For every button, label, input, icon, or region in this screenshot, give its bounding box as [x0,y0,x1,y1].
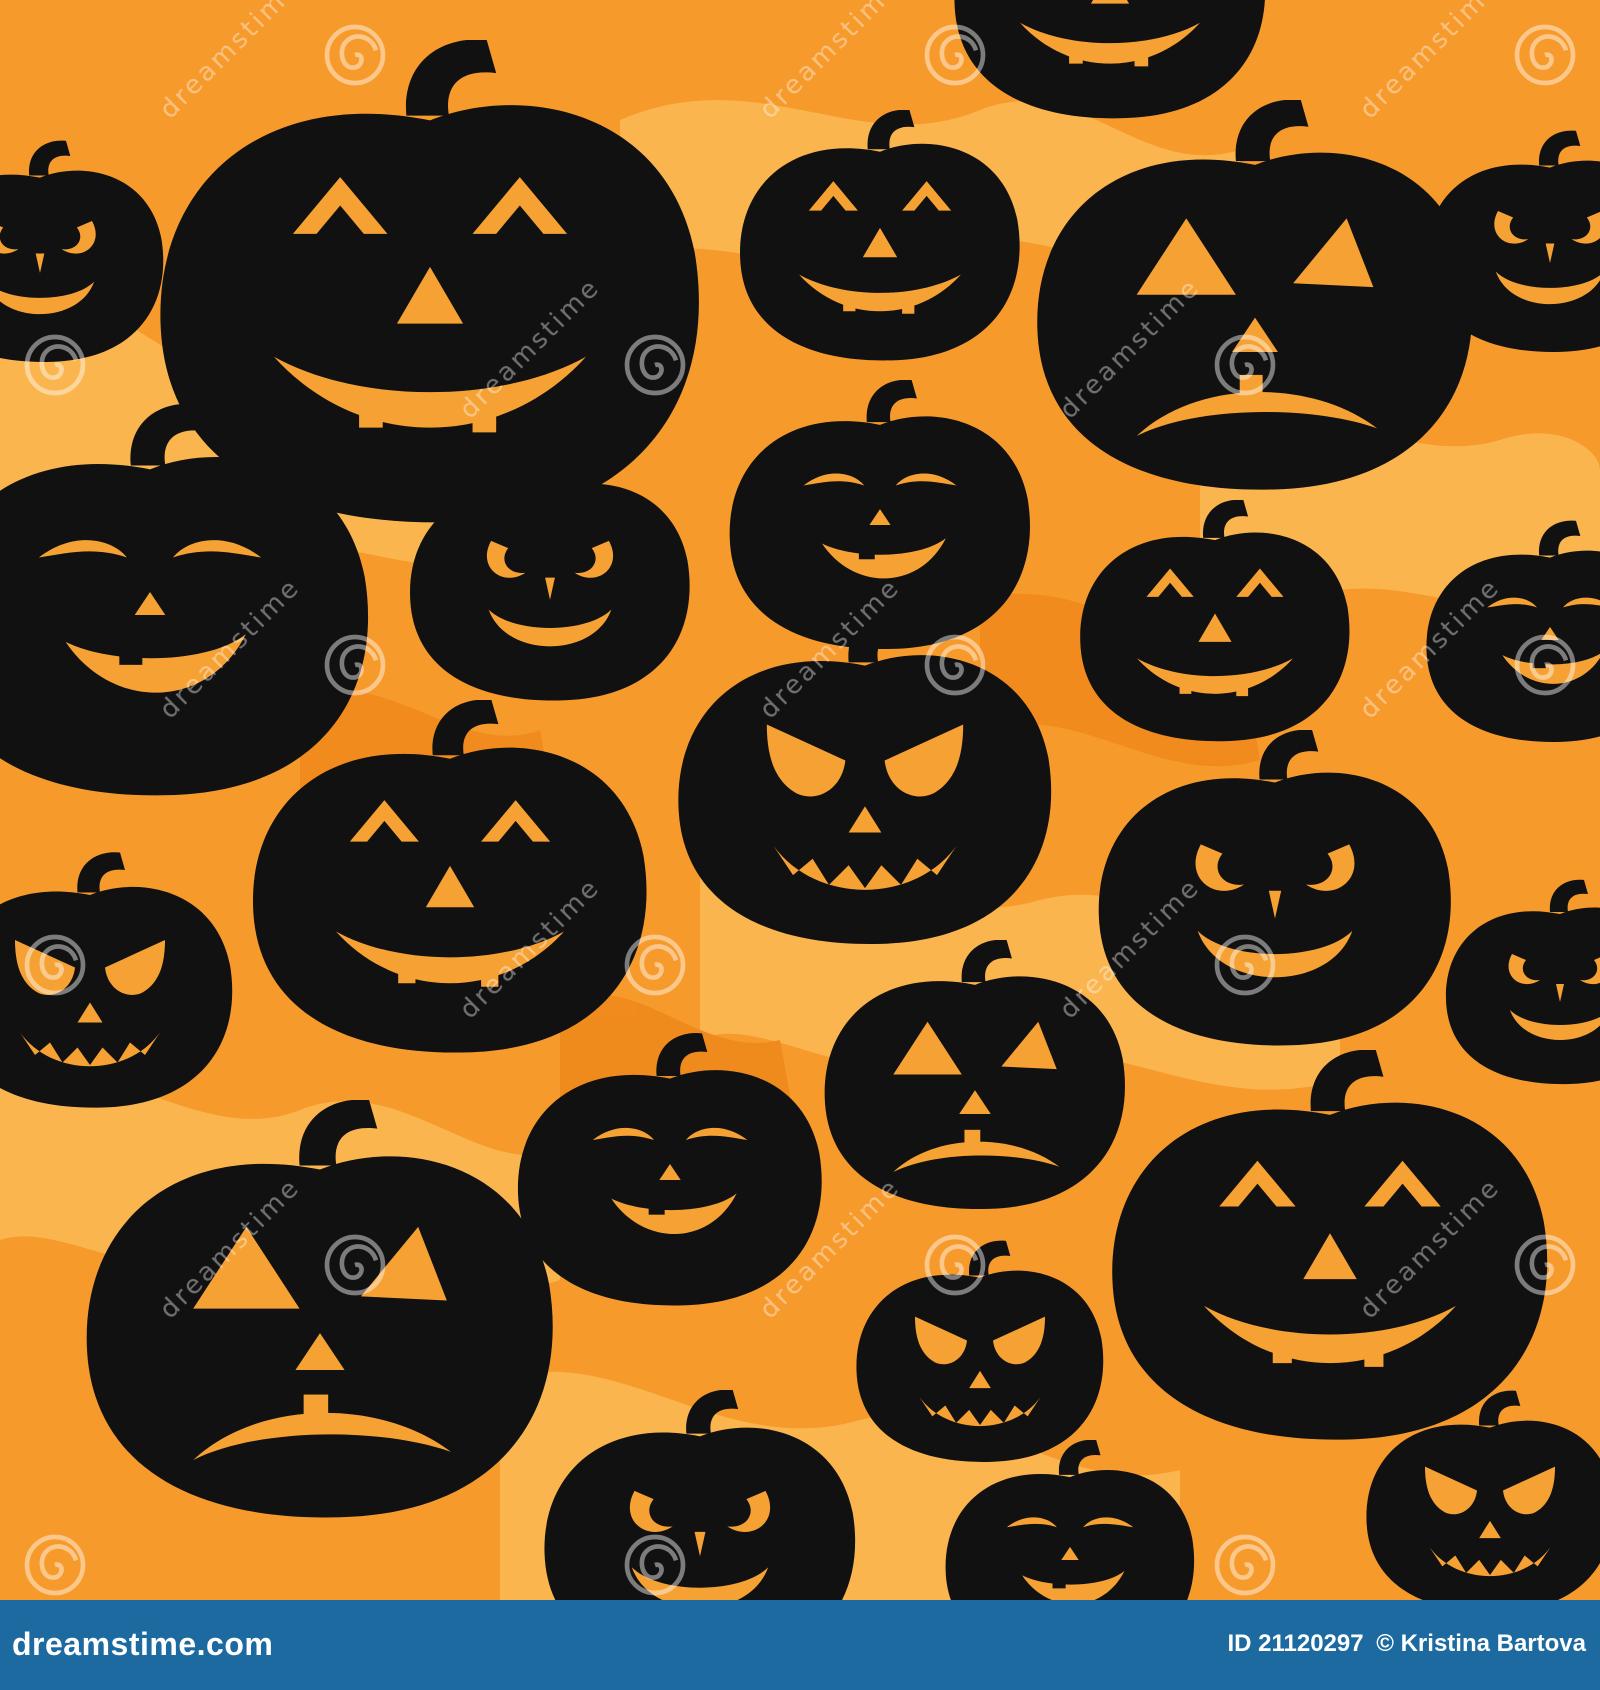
stock-image: dreamstime dreamstime dreamstime dreamst… [0,0,1600,1690]
image-id: ID 21120297 [1227,1630,1364,1657]
halloween-pumpkin-pattern: dreamstime dreamstime dreamstime dreamst… [0,0,1600,1600]
image-copyright: © Kristina Bartova [1376,1630,1586,1657]
footer-brand[interactable]: dreamstime.com [12,1622,273,1666]
image-credit: ID 21120297 © Kristina Bartova [1227,1622,1586,1666]
footer-bar: dreamstime.com ID 21120297 © Kristina Ba… [0,1600,1600,1690]
